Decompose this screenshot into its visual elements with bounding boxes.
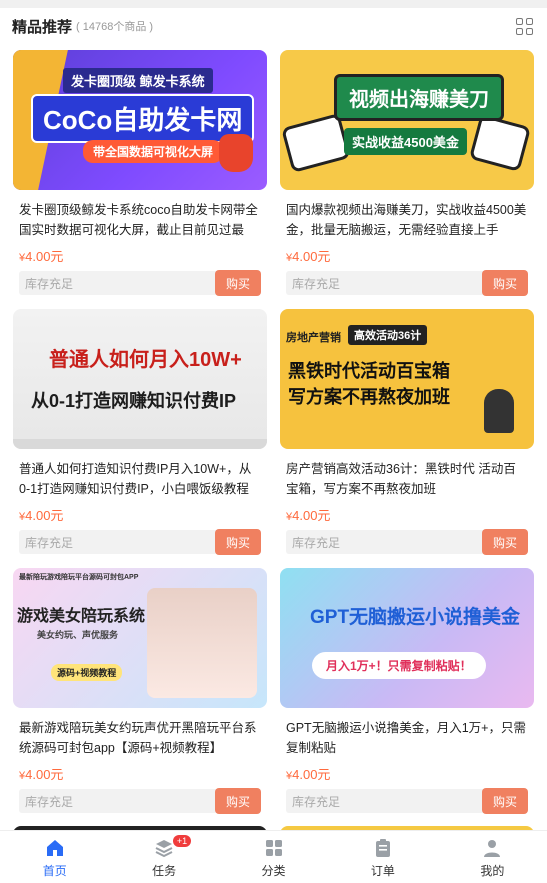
banner-line2: CoCo自助发卡网 [31,94,255,143]
banner-tag2: 高效活动36计 [348,325,428,345]
tab-label: 分类 [261,864,286,878]
product-thumbnail[interactable]: 视频出海赚美刀 实战收益4500美金 [280,50,534,190]
page: 精品推荐 ( 14768个商品 ) 发卡圈顶级 鲸发卡系统 CoCo自助发卡网 … [0,0,547,883]
product-footer: 库存充足 购买 [19,270,261,296]
product-title[interactable]: 发卡圈顶级鲸发卡系统coco自助发卡网带全国实时数据可视化大屏，截止目前见过最牛… [13,200,267,240]
buy-button[interactable]: 购买 [482,270,528,296]
product-footer: 库存充足 购买 [286,788,528,814]
product-count: ( 14768个商品 ) [76,21,154,33]
banner-top: 最新陪玩游戏陪玩平台源码可封包APP [19,574,139,581]
buy-button[interactable]: 购买 [215,788,261,814]
product-card[interactable]: 最新陪玩游戏陪玩平台源码可封包APP 游戏美女陪玩系统 美女约玩、声优服务 源码… [13,568,267,814]
product-title[interactable]: 最新游戏陪玩美女约玩声优开黑陪玩平台系统源码可封包app【源码+视频教程】 [13,718,267,758]
product-thumbnail[interactable]: GPT无脑搬运小说撸美金 月入1万+！只需复制粘贴！ [280,568,534,708]
banner-line1: 黑铁时代活动百宝箱 [288,361,450,381]
banner-line3: 带全国数据可视化大屏 [83,140,224,163]
home-icon [46,840,63,856]
product-price: ¥4.00元 [286,767,331,782]
product-price: ¥4.00元 [19,508,64,523]
section-header: 精品推荐 ( 14768个商品 ) [0,8,547,44]
product-card[interactable]: GPT无脑搬运小说撸美金 月入1万+！只需复制粘贴！ GPT无脑搬运小说撸美金，… [280,568,534,814]
stock-status: 库存充足 [25,536,74,550]
product-card[interactable]: 普通人如何月入10W+ 从0-1打造网赚知识付费IP 普通人如何打造知识付费IP… [13,309,267,555]
top-strip [0,0,547,8]
product-footer: 库存充足 购买 [286,529,528,555]
tab-categories[interactable]: 分类 [219,831,328,883]
user-icon [484,840,501,857]
product-price: ¥4.00元 [19,767,64,782]
tab-label: 首页 [42,864,67,878]
buy-button[interactable]: 购买 [215,270,261,296]
buy-button[interactable]: 购买 [482,529,528,555]
stock-status: 库存充足 [292,795,341,809]
product-thumbnail[interactable]: 普通人如何月入10W+ 从0-1打造网赚知识付费IP [13,309,267,449]
stock-status: 库存充足 [292,277,341,291]
banner-line1: GPT无脑搬运小说撸美金 [310,607,521,628]
product-title[interactable]: 国内爆款视频出海赚美刀，实战收益4500美金，批量无脑搬运，无需经验直接上手 [280,200,534,240]
tab-label: 我的 [480,864,505,878]
tab-label: 订单 [370,864,395,878]
product-thumbnail[interactable]: 最新陪玩游戏陪玩平台源码可封包APP 游戏美女陪玩系统 美女约玩、声优服务 源码… [13,568,267,708]
tasks-badge: +1 [172,835,192,847]
product-price: ¥4.00元 [19,249,64,264]
clipboard-icon [375,839,390,857]
buy-button[interactable]: 购买 [482,788,528,814]
banner-line2: 实战收益4500美金 [344,128,467,155]
banner-line1: 发卡圈顶级 鲸发卡系统 [63,68,213,93]
product-title[interactable]: GPT无脑搬运小说撸美金，月入1万+，只需复制粘贴 [280,718,534,758]
stock-status: 库存充足 [25,795,74,809]
product-footer: 库存充足 购买 [286,270,528,296]
product-title[interactable]: 普通人如何打造知识付费IP月入10W+，从0-1打造网赚知识付费IP，小白喂饭级… [13,459,267,499]
stock-status: 库存充足 [25,277,74,291]
grid-icon [265,840,282,856]
product-grid: 发卡圈顶级 鲸发卡系统 CoCo自助发卡网 带全国数据可视化大屏 发卡圈顶级鲸发… [0,44,547,830]
product-title[interactable]: 房产营销高效活动36计：黑铁时代 活动百宝箱，写方案不再熬夜加班 [280,459,534,499]
banner-line1: 视频出海赚美刀 [334,74,504,121]
product-card[interactable]: 发卡圈顶级 鲸发卡系统 CoCo自助发卡网 带全国数据可视化大屏 发卡圈顶级鲸发… [13,50,267,296]
tab-orders[interactable]: 订单 [328,831,437,883]
banner-line2: 从0-1打造网赚知识付费IP [31,391,237,411]
product-card[interactable]: 视频出海赚美刀 实战收益4500美金 国内爆款视频出海赚美刀，实战收益4500美… [280,50,534,296]
buy-button[interactable]: 购买 [215,529,261,555]
banner-tag1: 房地产营销 [286,332,341,344]
product-footer: 库存充足 购买 [19,788,261,814]
product-price: ¥4.00元 [286,508,331,523]
banner-line1: 普通人如何月入10W+ [49,349,242,371]
product-price: ¥4.00元 [286,249,331,264]
product-thumbnail[interactable]: 房地产营销 高效活动36计 黑铁时代活动百宝箱 写方案不再熬夜加班 [280,309,534,449]
tab-home[interactable]: 首页 [0,831,109,883]
banner-line2: 月入1万+！只需复制粘贴！ [312,652,486,679]
tab-tasks[interactable]: +1 任务 [109,831,218,883]
banner-line2: 写方案不再熬夜加班 [288,387,450,407]
banner-line2: 美女约玩、声优服务 [37,630,119,640]
tab-me[interactable]: 我的 [438,831,547,883]
tab-label: 任务 [152,864,177,878]
product-card[interactable]: 房地产营销 高效活动36计 黑铁时代活动百宝箱 写方案不再熬夜加班 房产营销高效… [280,309,534,555]
stock-status: 库存充足 [292,536,341,550]
banner-line1: 游戏美女陪玩系统 [17,608,146,625]
layout-toggle-icon[interactable] [516,18,533,35]
bottom-tab-bar: 首页 +1 任务 分类 订单 我的 [0,830,547,883]
product-thumbnail[interactable]: 发卡圈顶级 鲸发卡系统 CoCo自助发卡网 带全国数据可视化大屏 [13,50,267,190]
layers-icon [155,840,173,858]
banner-line3: 源码+视频教程 [51,664,123,681]
section-title: 精品推荐 [12,18,73,36]
product-footer: 库存充足 购买 [19,529,261,555]
